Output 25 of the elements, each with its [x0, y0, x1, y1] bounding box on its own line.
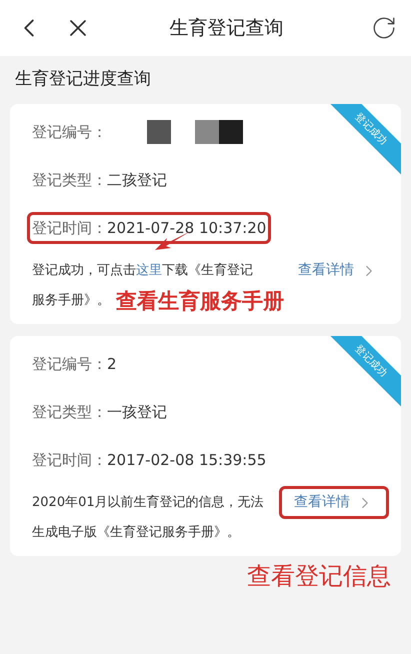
field-value: 二孩登记	[107, 170, 167, 191]
details-link[interactable]: 查看详情	[294, 492, 374, 513]
refresh-icon	[371, 15, 397, 41]
field-value: 2	[107, 354, 117, 375]
annotation-caption: 查看生育服务手册	[116, 288, 284, 315]
redacted-number-icon	[147, 120, 243, 144]
field-label: 登记类型：	[32, 402, 107, 423]
field-value: 2017-02-08 15:39:55	[107, 450, 266, 471]
section-title: 生育登记进度查询	[14, 68, 152, 92]
field-label: 登记编号：	[32, 354, 107, 375]
field-label: 登记时间：	[32, 450, 107, 471]
annotation-caption: 查看登记信息	[247, 561, 391, 592]
field-label: 登记时间：	[32, 218, 107, 239]
refresh-button[interactable]	[371, 15, 397, 41]
page-title: 生育登记查询	[168, 16, 284, 41]
field-label: 登记编号：	[32, 122, 107, 143]
note-text: 登记成功，可点击这里下载《生育登记	[32, 262, 254, 280]
details-link[interactable]: 查看详情	[298, 260, 378, 281]
note-text: 生成电子版《生育登记服务手册》。	[32, 524, 241, 542]
download-link[interactable]: 这里	[136, 263, 162, 278]
note-text: 服务手册》。	[32, 292, 110, 310]
field-value: 2021-07-28 10:37:20	[107, 218, 266, 239]
field-value: 一孩登记	[107, 402, 167, 423]
field-label: 登记类型：	[32, 170, 107, 191]
note-text: 2020年01月以前生育登记的信息，无法	[32, 494, 265, 512]
